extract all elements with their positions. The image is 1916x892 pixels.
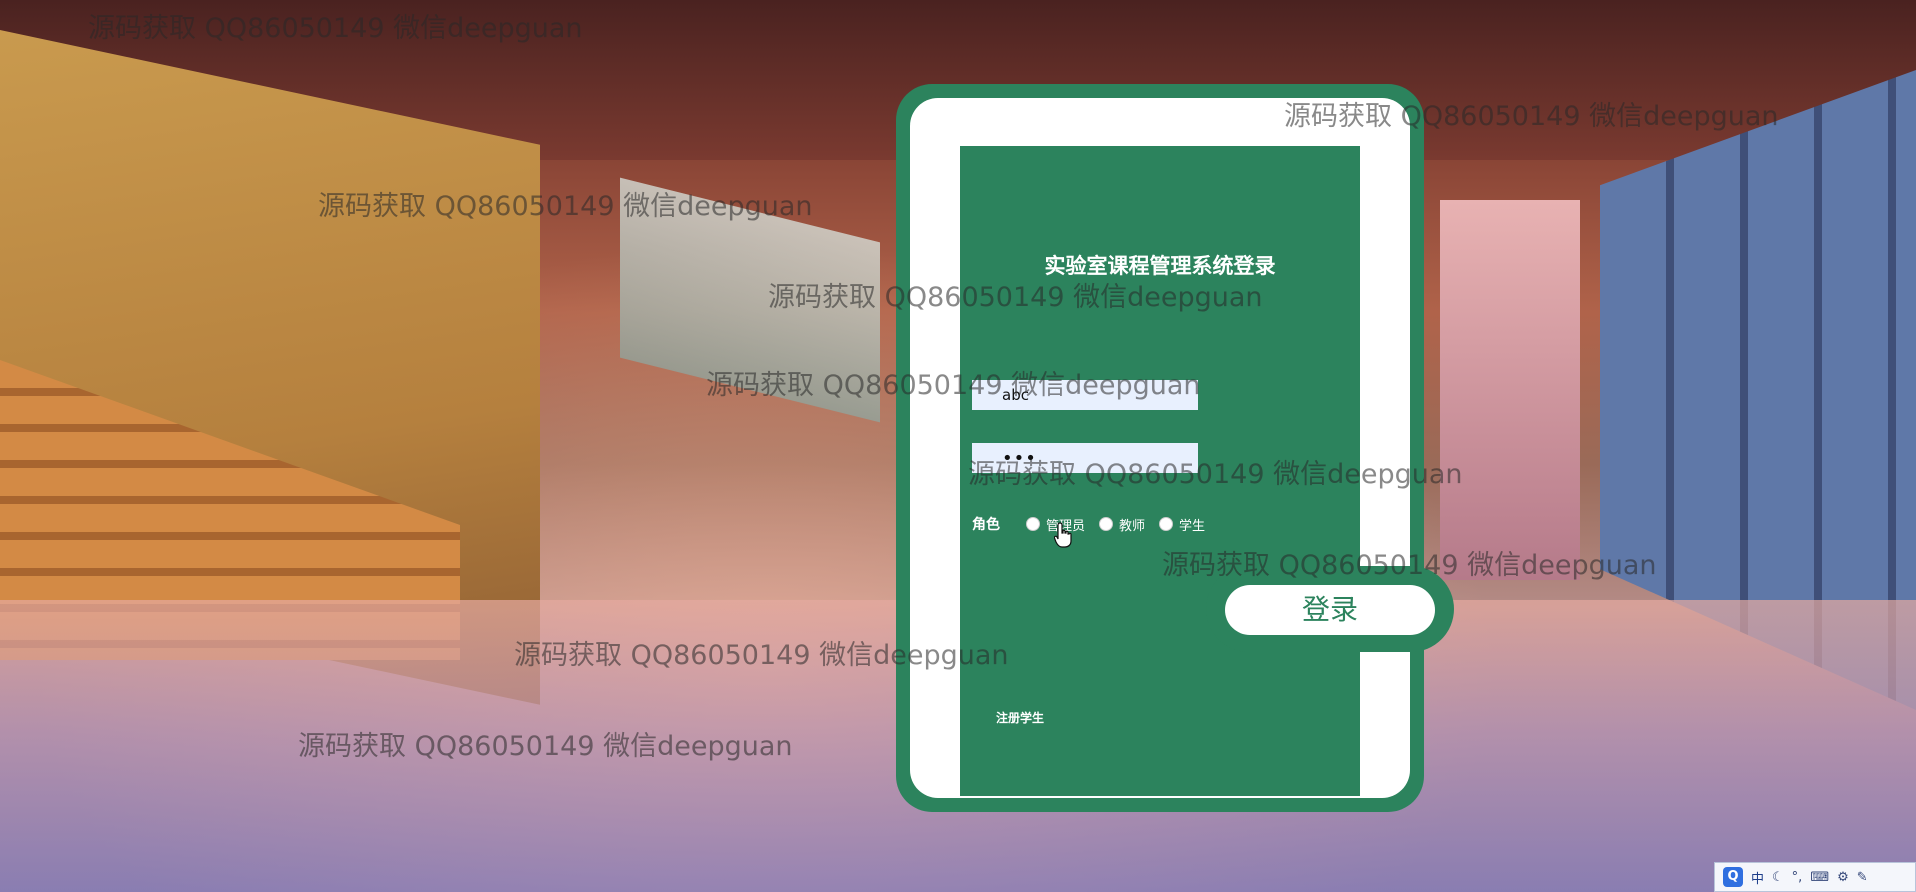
bg-window: [620, 177, 880, 423]
role-option-label: 教师: [1119, 518, 1146, 534]
radio-teacher[interactable]: [1099, 517, 1114, 531]
role-label: 角色: [972, 517, 1000, 533]
role-option-student[interactable]: 学生: [1159, 515, 1205, 534]
background-scene: 实验室课程管理系统登录 角色 管理员 教师 学生 登录 注册学生 源码获取 QQ…: [0, 0, 1916, 892]
hand-cursor-icon: [1054, 522, 1072, 548]
tools-icon[interactable]: ⚙: [1837, 870, 1849, 885]
ime-mode[interactable]: 中: [1751, 868, 1764, 887]
ime-toolbar[interactable]: Q 中 ☾ °, ⌨ ⚙ ✎: [1714, 862, 1916, 892]
wrench-icon[interactable]: ✎: [1857, 870, 1868, 885]
password-input[interactable]: [972, 443, 1198, 473]
register-student-link[interactable]: 注册学生: [996, 709, 1044, 726]
radio-student[interactable]: [1159, 517, 1174, 531]
moon-icon[interactable]: ☾: [1772, 870, 1784, 885]
role-selector: 角色 管理员 教师 学生: [972, 513, 1219, 535]
login-title: 实验室课程管理系统登录: [1044, 253, 1276, 278]
login-button[interactable]: 登录: [1225, 585, 1435, 635]
role-option-teacher[interactable]: 教师: [1099, 515, 1145, 534]
role-option-label: 学生: [1179, 518, 1206, 534]
username-input[interactable]: [972, 380, 1198, 410]
radio-admin[interactable]: [1026, 517, 1040, 531]
bg-door: [1440, 200, 1580, 580]
keyboard-icon[interactable]: ⌨: [1810, 870, 1829, 885]
punctuation-icon[interactable]: °,: [1792, 870, 1803, 885]
ime-logo-icon[interactable]: Q: [1723, 867, 1743, 887]
